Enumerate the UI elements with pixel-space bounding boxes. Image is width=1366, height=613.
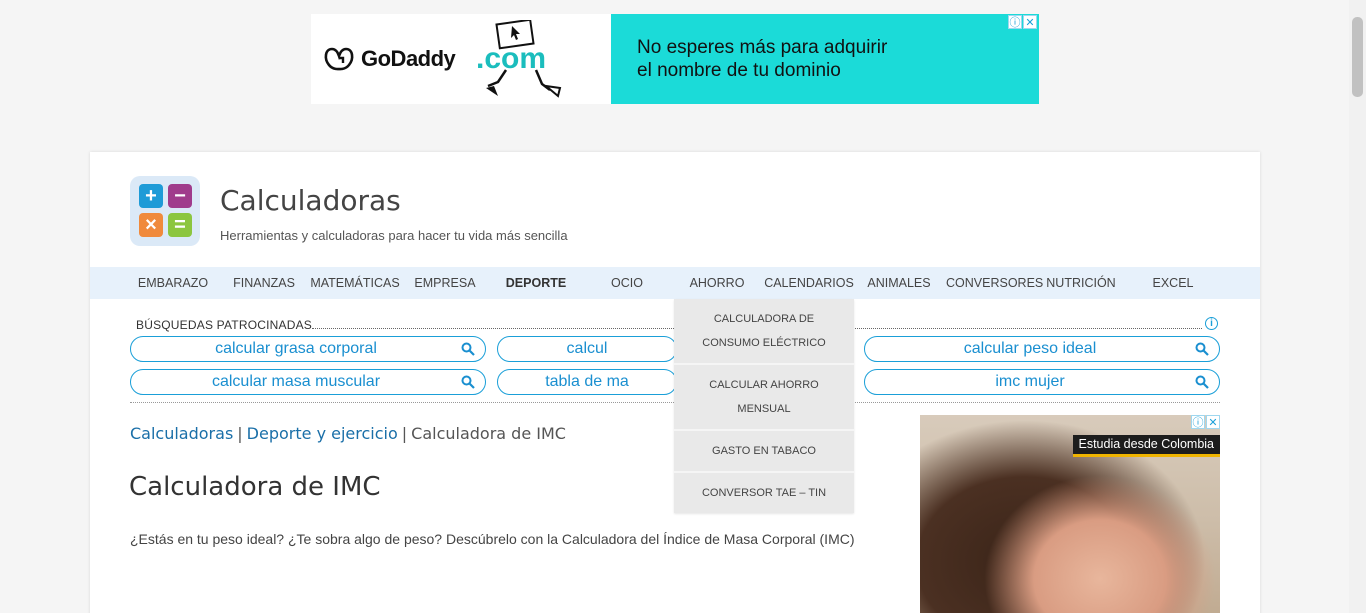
equals-icon: = xyxy=(168,213,192,237)
page-title: Calculadora de IMC xyxy=(129,472,381,502)
nav-item-matematicas[interactable]: MATEMÁTICAS xyxy=(310,267,400,299)
page-scrollbar[interactable] xyxy=(1349,0,1366,613)
ad-message-line2: el nombre de tu dominio xyxy=(637,60,841,81)
sponsored-search-label: calcular peso ideal xyxy=(963,340,1097,357)
sponsored-search-label: tabla de ma xyxy=(545,373,629,390)
site-subtitle: Herramientas y calculadoras para hacer t… xyxy=(220,228,568,243)
plus-icon: + xyxy=(139,184,163,208)
sponsored-search-label: imc mujer xyxy=(995,373,1065,390)
sponsored-heading: BÚSQUEDAS PATROCINADAS xyxy=(136,318,312,332)
main-card: + − × = Calculadoras Herramientas y calc… xyxy=(90,152,1260,613)
close-icon[interactable]: ✕ xyxy=(1206,415,1220,429)
nav-item-ahorro[interactable]: AHORRO xyxy=(680,267,754,299)
sponsored-search-label: calcular grasa corporal xyxy=(215,340,377,357)
breadcrumb-category[interactable]: Deporte y ejercicio xyxy=(247,424,398,443)
ad-brand-name: GoDaddy xyxy=(361,46,456,71)
breadcrumb-home[interactable]: Calculadoras xyxy=(130,424,233,443)
ad-brand-panel[interactable]: GoDaddy .com xyxy=(311,14,611,104)
sponsored-search-calcul[interactable]: calcul xyxy=(497,336,677,362)
times-icon: × xyxy=(139,213,163,237)
search-icon xyxy=(461,375,475,389)
site-title[interactable]: Calculadoras xyxy=(220,184,401,217)
nav-item-deporte[interactable]: DEPORTE xyxy=(498,267,574,299)
sponsored-search-grasa-corporal[interactable]: calcular grasa corporal xyxy=(130,336,486,362)
sponsored-search-label: calcul xyxy=(566,340,608,357)
sponsored-search-peso-ideal[interactable]: calcular peso ideal xyxy=(864,336,1220,362)
ad-message-line1: No esperes más para adquirir xyxy=(637,37,888,58)
breadcrumb: Calculadoras | Deporte y ejercicio | Calcula… xyxy=(130,424,566,443)
side-ad[interactable]: ⓘ ✕ Estudia desde Colombia xyxy=(920,415,1220,613)
dropdown-item-conversor-tae-tin[interactable]: CONVERSOR TAE – TIN xyxy=(674,473,854,513)
ahorro-dropdown-menu: CALCULADORA DE CONSUMO ELÉCTRICO CALCULA… xyxy=(674,299,854,513)
sponsored-search-imc-mujer[interactable]: imc mujer xyxy=(864,369,1220,395)
dropdown-item-consumo-electrico[interactable]: CALCULADORA DE CONSUMO ELÉCTRICO xyxy=(674,299,854,365)
ad-choices: ⓘ ✕ xyxy=(1191,415,1220,429)
main-nav: EMBARAZO FINANZAS MATEMÁTICAS EMPRESA DE… xyxy=(90,267,1260,299)
nav-item-ocio[interactable]: OCIO xyxy=(590,267,664,299)
godaddy-logo-icon xyxy=(324,47,354,71)
ad-tagline: Estudia desde Colombia xyxy=(1072,435,1220,457)
breadcrumb-separator: | xyxy=(237,424,243,443)
site-logo[interactable]: + − × = xyxy=(130,176,200,246)
nav-item-empresa[interactable]: EMPRESA xyxy=(408,267,482,299)
ad-domain-art: .com xyxy=(476,42,547,75)
close-icon[interactable]: ✕ xyxy=(1023,15,1037,29)
sponsored-search-masa-muscular[interactable]: calcular masa muscular xyxy=(130,369,486,395)
info-icon[interactable]: i xyxy=(1205,317,1218,330)
ad-choices: ⓘ ✕ xyxy=(1008,15,1037,29)
nav-item-calendarios[interactable]: CALENDARIOS xyxy=(764,267,854,299)
nav-item-finanzas[interactable]: FINANZAS xyxy=(226,267,302,299)
dropdown-item-gasto-tabaco[interactable]: GASTO EN TABACO xyxy=(674,431,854,473)
godaddy-logo: GoDaddy xyxy=(323,45,456,73)
info-icon[interactable]: ⓘ xyxy=(1191,415,1205,429)
intro-text: ¿Estás en tu peso ideal? ¿Te sobra algo … xyxy=(130,531,855,547)
search-icon xyxy=(1195,342,1209,356)
search-icon xyxy=(461,342,475,356)
search-icon xyxy=(1195,375,1209,389)
minus-icon: − xyxy=(168,184,192,208)
scrollbar-thumb[interactable] xyxy=(1352,17,1363,97)
sponsored-search-label: calcular masa muscular xyxy=(211,373,381,390)
nav-item-embarazo[interactable]: EMBARAZO xyxy=(130,267,216,299)
breadcrumb-current: Calculadora de IMC xyxy=(411,424,566,443)
nav-item-excel[interactable]: EXCEL xyxy=(1136,267,1210,299)
info-icon[interactable]: ⓘ xyxy=(1008,15,1022,29)
nav-item-animales[interactable]: ANIMALES xyxy=(864,267,934,299)
breadcrumb-separator: | xyxy=(401,424,408,443)
sponsored-search-tabla[interactable]: tabla de ma xyxy=(497,369,677,395)
nav-item-conversores[interactable]: CONVERSORES xyxy=(946,267,1043,299)
nav-item-nutricion[interactable]: NUTRICIÓN xyxy=(1044,267,1118,299)
top-ad-banner[interactable]: GoDaddy .com No esperes más para adquiri… xyxy=(311,14,1039,104)
dropdown-item-ahorro-mensual[interactable]: CALCULAR AHORRO MENSUAL xyxy=(674,365,854,431)
ad-message[interactable]: No esperes más para adquirir el nombre d… xyxy=(611,14,1039,104)
